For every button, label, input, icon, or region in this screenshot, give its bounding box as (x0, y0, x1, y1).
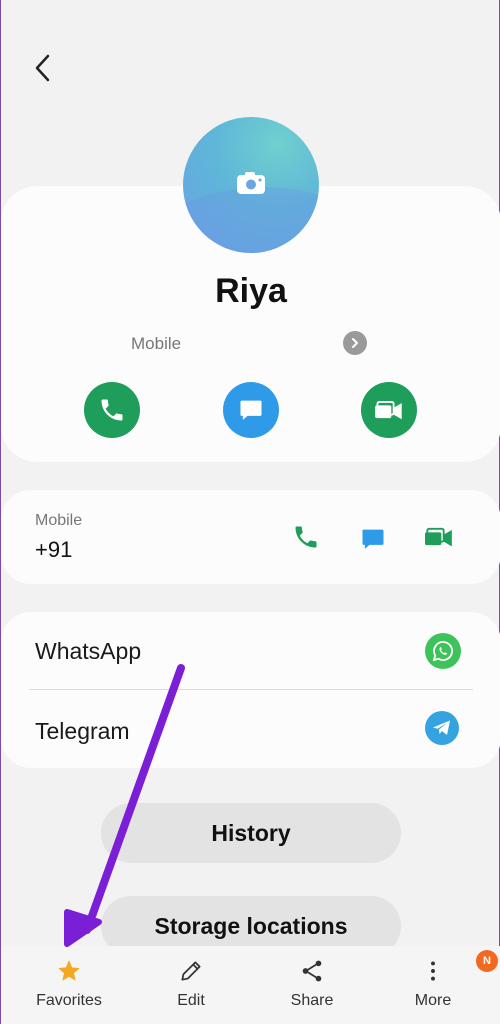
history-button[interactable]: History (101, 803, 401, 863)
app-row-whatsapp[interactable]: WhatsApp (1, 612, 500, 690)
edit-label: Edit (177, 992, 205, 1009)
whatsapp-icon (425, 633, 461, 669)
edit-button[interactable]: Edit (136, 946, 246, 1024)
message-icon (362, 529, 384, 549)
phone-number-type: Mobile (35, 512, 83, 529)
telegram-icon (425, 711, 459, 745)
message-button[interactable] (223, 382, 279, 438)
row-call-button[interactable] (289, 520, 323, 554)
app-label: Telegram (35, 718, 130, 744)
chevron-right-icon (352, 338, 358, 348)
call-button[interactable] (84, 382, 140, 438)
camera-icon (236, 171, 266, 200)
favorites-button[interactable]: Favorites (14, 946, 124, 1024)
back-button[interactable] (23, 48, 63, 88)
bottom-action-bar: Favorites Edit Share N More (1, 946, 500, 1024)
phone-icon (101, 399, 123, 421)
app-label: WhatsApp (35, 638, 142, 664)
favorites-label: Favorites (36, 992, 102, 1009)
video-camera-icon (425, 527, 452, 547)
video-camera-icon (375, 401, 402, 420)
notification-badge: N (476, 950, 498, 972)
primary-number-label: Mobile (131, 334, 182, 353)
more-icon (431, 961, 435, 981)
contact-details-screen: Riya Mobile Mobile +91 WhatsApp Telegram… (0, 0, 500, 1024)
share-icon (302, 960, 322, 982)
phone-icon (295, 526, 317, 548)
contact-name: Riya (215, 272, 287, 310)
app-row-telegram[interactable]: Telegram (1, 690, 500, 768)
video-call-button[interactable] (361, 382, 417, 438)
contact-avatar[interactable] (183, 117, 319, 253)
row-video-call-button[interactable] (422, 520, 456, 554)
back-arrow-icon (35, 54, 50, 82)
more-button[interactable]: N More (378, 946, 498, 1024)
expand-details-button[interactable] (343, 331, 367, 355)
phone-number-value: +91 (35, 537, 73, 562)
more-label: More (414, 992, 452, 1009)
pencil-icon (181, 961, 201, 981)
message-icon (240, 400, 262, 420)
share-button[interactable]: Share (257, 946, 367, 1024)
star-icon (58, 960, 80, 981)
share-label: Share (290, 992, 334, 1009)
row-message-button[interactable] (356, 522, 390, 556)
